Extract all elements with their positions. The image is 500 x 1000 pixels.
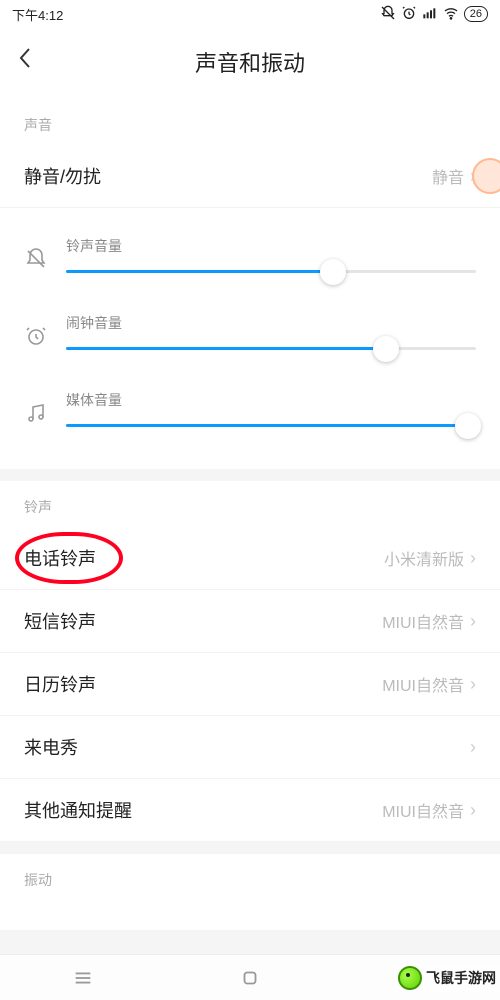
- slider-track-media[interactable]: [66, 424, 476, 427]
- alarm-icon: [401, 5, 417, 24]
- back-button[interactable]: [18, 46, 48, 77]
- slider-media: 媒体音量: [24, 372, 476, 449]
- row-value: MIUI自然音 ›: [382, 609, 476, 633]
- status-time: 下午4:12: [12, 5, 63, 24]
- chevron-right-icon: ›: [470, 674, 476, 695]
- chevron-right-icon: ›: [470, 548, 476, 569]
- slider-thumb[interactable]: [373, 336, 399, 362]
- watermark-text: 飞鼠手游网: [426, 968, 496, 988]
- slider-thumb[interactable]: [455, 413, 481, 439]
- battery-level: 26: [464, 6, 488, 22]
- row-value: MIUI自然音 ›: [382, 798, 476, 822]
- slider-track-alarm[interactable]: [66, 347, 476, 350]
- row-label: 电话铃声: [24, 545, 96, 571]
- row-value: 静音 ›: [432, 164, 476, 188]
- volume-sliders: 铃声音量 闹钟音量 媒体音量: [0, 208, 500, 469]
- dnd-icon: [380, 5, 396, 24]
- slider-track-ringer[interactable]: [66, 270, 476, 273]
- row-calendar-ringtone[interactable]: 日历铃声 MIUI自然音 ›: [0, 653, 500, 716]
- row-call-show[interactable]: 来电秀 ›: [0, 716, 500, 779]
- status-bar: 下午4:12 26: [0, 0, 500, 28]
- watermark: 飞鼠手游网: [394, 964, 500, 992]
- section-gap: [0, 469, 500, 481]
- slider-ringer: 铃声音量: [24, 218, 476, 295]
- wifi-icon: [443, 5, 459, 24]
- row-value: ›: [464, 737, 476, 758]
- nav-home-button[interactable]: [239, 967, 261, 989]
- row-label: 静音/勿扰: [24, 163, 101, 189]
- chevron-right-icon: ›: [470, 800, 476, 821]
- row-phone-ringtone[interactable]: 电话铃声 小米清新版 ›: [0, 527, 500, 590]
- page-header: 声音和振动: [0, 28, 500, 99]
- row-silent-dnd[interactable]: 静音/勿扰 静音 ›: [0, 145, 500, 208]
- row-other-notifications[interactable]: 其他通知提醒 MIUI自然音 ›: [0, 779, 500, 842]
- alarm-clock-icon: [24, 324, 52, 350]
- slider-label: 铃声音量: [66, 236, 476, 256]
- section-gap: [0, 842, 500, 854]
- floating-avatar-icon[interactable]: [472, 158, 500, 194]
- page-title: 声音和振动: [0, 46, 500, 78]
- chevron-right-icon: ›: [470, 611, 476, 632]
- row-label: 短信铃声: [24, 608, 96, 634]
- nav-recents-button[interactable]: [72, 967, 94, 989]
- watermark-logo-icon: [398, 966, 422, 990]
- row-sms-ringtone[interactable]: 短信铃声 MIUI自然音 ›: [0, 590, 500, 653]
- row-partial: [0, 900, 500, 930]
- section-label-vibration: 振动: [0, 854, 500, 900]
- row-label: 其他通知提醒: [24, 797, 132, 823]
- music-note-icon: [24, 401, 52, 427]
- signal-icon: [422, 5, 438, 24]
- slider-alarm: 闹钟音量: [24, 295, 476, 372]
- slider-label: 媒体音量: [66, 390, 476, 410]
- section-label-sound: 声音: [0, 99, 500, 145]
- row-label: 日历铃声: [24, 671, 96, 697]
- row-value: 小米清新版 ›: [384, 546, 476, 570]
- status-indicators: 26: [380, 5, 488, 24]
- bell-off-icon: [24, 247, 52, 273]
- slider-label: 闹钟音量: [66, 313, 476, 333]
- row-value: MIUI自然音 ›: [382, 672, 476, 696]
- slider-thumb[interactable]: [320, 259, 346, 285]
- section-label-ringtone: 铃声: [0, 481, 500, 527]
- chevron-right-icon: ›: [470, 737, 476, 758]
- row-label: 来电秀: [24, 734, 78, 760]
